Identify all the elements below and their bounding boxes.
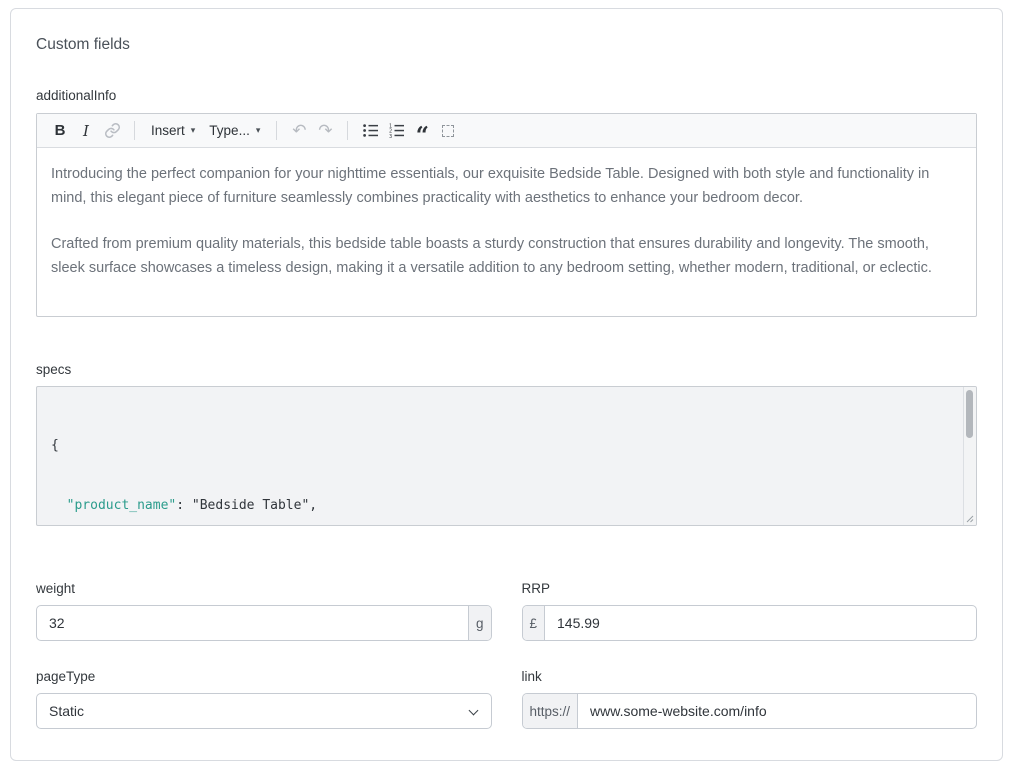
insert-dropdown[interactable]: Insert ▾ <box>144 123 202 138</box>
svg-text:3: 3 <box>389 134 392 139</box>
weight-input-group: g <box>36 605 492 641</box>
weight-field: weight g <box>36 580 492 641</box>
specs-code-content: { "product_name": "Bedside Table", "mate… <box>37 387 976 526</box>
custom-fields-card: Custom fields additionalInfo B I Insert … <box>10 8 1003 761</box>
link-field: link https:// <box>522 668 978 729</box>
specs-code-editor[interactable]: { "product_name": "Bedside Table", "mate… <box>36 386 977 526</box>
bullet-list-button[interactable] <box>357 118 383 144</box>
italic-button[interactable]: I <box>73 118 99 144</box>
scrollbar-thumb[interactable] <box>966 390 973 438</box>
numbered-list-icon: 1 2 3 <box>388 122 405 139</box>
dashed-square-button[interactable] <box>435 118 461 144</box>
weight-label: weight <box>36 580 492 597</box>
paragraph: Crafted from premium quality materials, … <box>51 232 962 280</box>
scrollbar-track[interactable] <box>963 387 976 525</box>
page-type-select[interactable]: Static <box>36 693 492 729</box>
additional-info-label: additionalInfo <box>36 87 977 104</box>
resize-handle[interactable] <box>964 513 974 523</box>
rrp-label: RRP <box>522 580 978 597</box>
link-icon <box>104 122 121 139</box>
page-type-field: pageType Static <box>36 668 492 729</box>
blockquote-icon: “ <box>416 121 429 141</box>
link-button[interactable] <box>99 118 125 144</box>
rrp-input[interactable] <box>545 606 976 640</box>
fields-row-pagetype-link: pageType Static link https:// <box>36 668 977 729</box>
link-label: link <box>522 668 978 685</box>
toolbar-separator <box>276 121 277 140</box>
specs-label: specs <box>36 361 977 378</box>
link-protocol-addon: https:// <box>523 694 579 728</box>
rrp-field: RRP £ <box>522 580 978 641</box>
link-input-group: https:// <box>522 693 978 729</box>
rich-text-toolbar: B I Insert ▾ Type... ▾ ↶ ↷ <box>37 114 976 148</box>
numbered-list-button[interactable]: 1 2 3 <box>383 118 409 144</box>
type-dropdown-label: Type... <box>209 123 250 138</box>
page-type-label: pageType <box>36 668 492 685</box>
paragraph: Introducing the perfect companion for yo… <box>51 162 962 210</box>
link-input[interactable] <box>578 694 976 728</box>
chevron-down-icon: ▾ <box>256 125 261 136</box>
weight-input[interactable] <box>37 606 468 640</box>
weight-unit-addon: g <box>468 606 491 640</box>
type-dropdown[interactable]: Type... ▾ <box>202 123 267 138</box>
rich-text-editor: B I Insert ▾ Type... ▾ ↶ ↷ <box>36 113 977 317</box>
toolbar-separator <box>134 121 135 140</box>
rrp-currency-addon: £ <box>523 606 546 640</box>
chevron-down-icon: ▾ <box>191 125 196 136</box>
bold-button[interactable]: B <box>47 118 73 144</box>
dashed-square-icon <box>442 125 454 137</box>
page-type-selected-value: Static <box>49 703 84 719</box>
blockquote-button[interactable]: “ <box>409 118 435 144</box>
redo-button[interactable]: ↷ <box>312 118 338 144</box>
rrp-input-group: £ <box>522 605 978 641</box>
insert-dropdown-label: Insert <box>151 123 185 138</box>
fields-row-weight-rrp: weight g RRP £ <box>36 580 977 641</box>
rich-text-editor-content[interactable]: Introducing the perfect companion for yo… <box>37 148 976 316</box>
bullet-list-icon <box>362 122 379 139</box>
code-line: "product_name": "Bedside Table", <box>51 496 962 516</box>
card-title: Custom fields <box>36 37 977 53</box>
chevron-down-icon <box>468 706 478 716</box>
toolbar-separator <box>347 121 348 140</box>
undo-button[interactable]: ↶ <box>286 118 312 144</box>
code-line: { <box>51 436 962 456</box>
